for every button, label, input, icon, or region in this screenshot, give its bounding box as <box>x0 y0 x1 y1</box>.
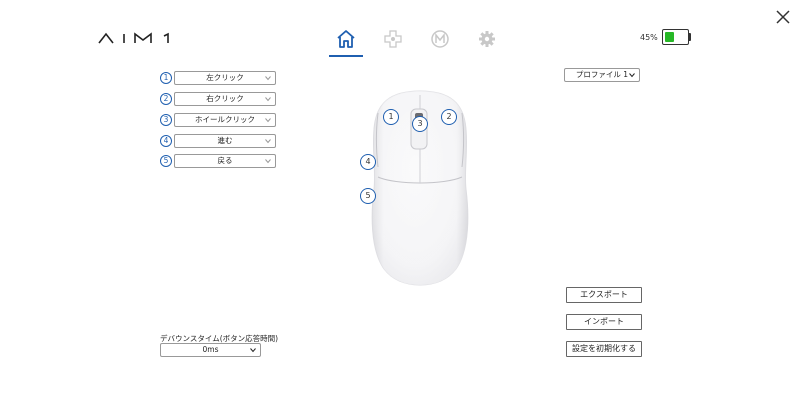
mouse-button-marker-1: 1 <box>383 109 399 125</box>
debounce-select[interactable]: 0ms <box>160 343 261 357</box>
button-assignment-row-5: 5 戻る <box>160 154 276 168</box>
battery-level-fill <box>665 32 674 42</box>
button-4-action-select[interactable]: 進む <box>174 134 276 148</box>
debounce-select-value: 0ms <box>202 345 219 354</box>
close-icon[interactable] <box>775 9 791 25</box>
mouse-button-marker-5: 5 <box>360 188 376 204</box>
button-action-label: 戻る <box>217 156 233 165</box>
active-tab-indicator <box>329 55 363 57</box>
chevron-down-icon <box>629 73 635 78</box>
chevron-down-icon <box>265 118 271 123</box>
export-button[interactable]: エクスポート <box>566 287 642 303</box>
button-action-label: 左クリック <box>206 73 244 82</box>
button-action-label: ホイールクリック <box>195 115 255 124</box>
dpad-icon[interactable] <box>382 28 404 50</box>
button-number-badge: 2 <box>160 93 172 105</box>
macro-m-icon[interactable] <box>429 28 451 50</box>
button-number-badge: 4 <box>160 135 172 147</box>
button-1-action-select[interactable]: 左クリック <box>174 71 276 85</box>
mouse-button-marker-2: 2 <box>441 109 457 125</box>
battery-icon <box>662 29 689 45</box>
battery-tip <box>689 33 691 41</box>
button-number-badge: 3 <box>160 114 172 126</box>
button-3-action-select[interactable]: ホイールクリック <box>174 113 276 127</box>
mouse-button-marker-4: 4 <box>360 154 376 170</box>
home-icon[interactable] <box>335 28 357 50</box>
button-assignment-row-3: 3 ホイールクリック <box>160 113 276 127</box>
button-5-action-select[interactable]: 戻る <box>174 154 276 168</box>
import-button[interactable]: インポート <box>566 314 642 330</box>
chevron-down-icon <box>265 97 271 102</box>
reset-settings-button[interactable]: 設定を初期化する <box>566 341 642 357</box>
mouse-button-marker-3: 3 <box>412 116 428 132</box>
button-number-badge: 1 <box>160 72 172 84</box>
button-assignment-row-1: 1 左クリック <box>160 71 276 85</box>
button-2-action-select[interactable]: 右クリック <box>174 92 276 106</box>
button-action-label: 右クリック <box>206 94 244 103</box>
button-number-badge: 5 <box>160 155 172 167</box>
chevron-down-icon <box>265 159 271 164</box>
chevron-down-icon <box>265 76 271 81</box>
aim1-logo <box>98 32 169 44</box>
chevron-down-icon <box>265 139 271 144</box>
button-action-label: 進む <box>217 136 233 145</box>
chevron-down-icon <box>250 348 256 353</box>
profile-select-value: プロファイル 1 <box>575 70 629 79</box>
button-assignment-row-4: 4 進む <box>160 134 276 148</box>
gear-icon[interactable] <box>476 28 498 50</box>
button-assignment-row-2: 2 右クリック <box>160 92 276 106</box>
profile-select[interactable]: プロファイル 1 <box>564 68 640 82</box>
battery-percentage: 45% <box>640 33 658 42</box>
